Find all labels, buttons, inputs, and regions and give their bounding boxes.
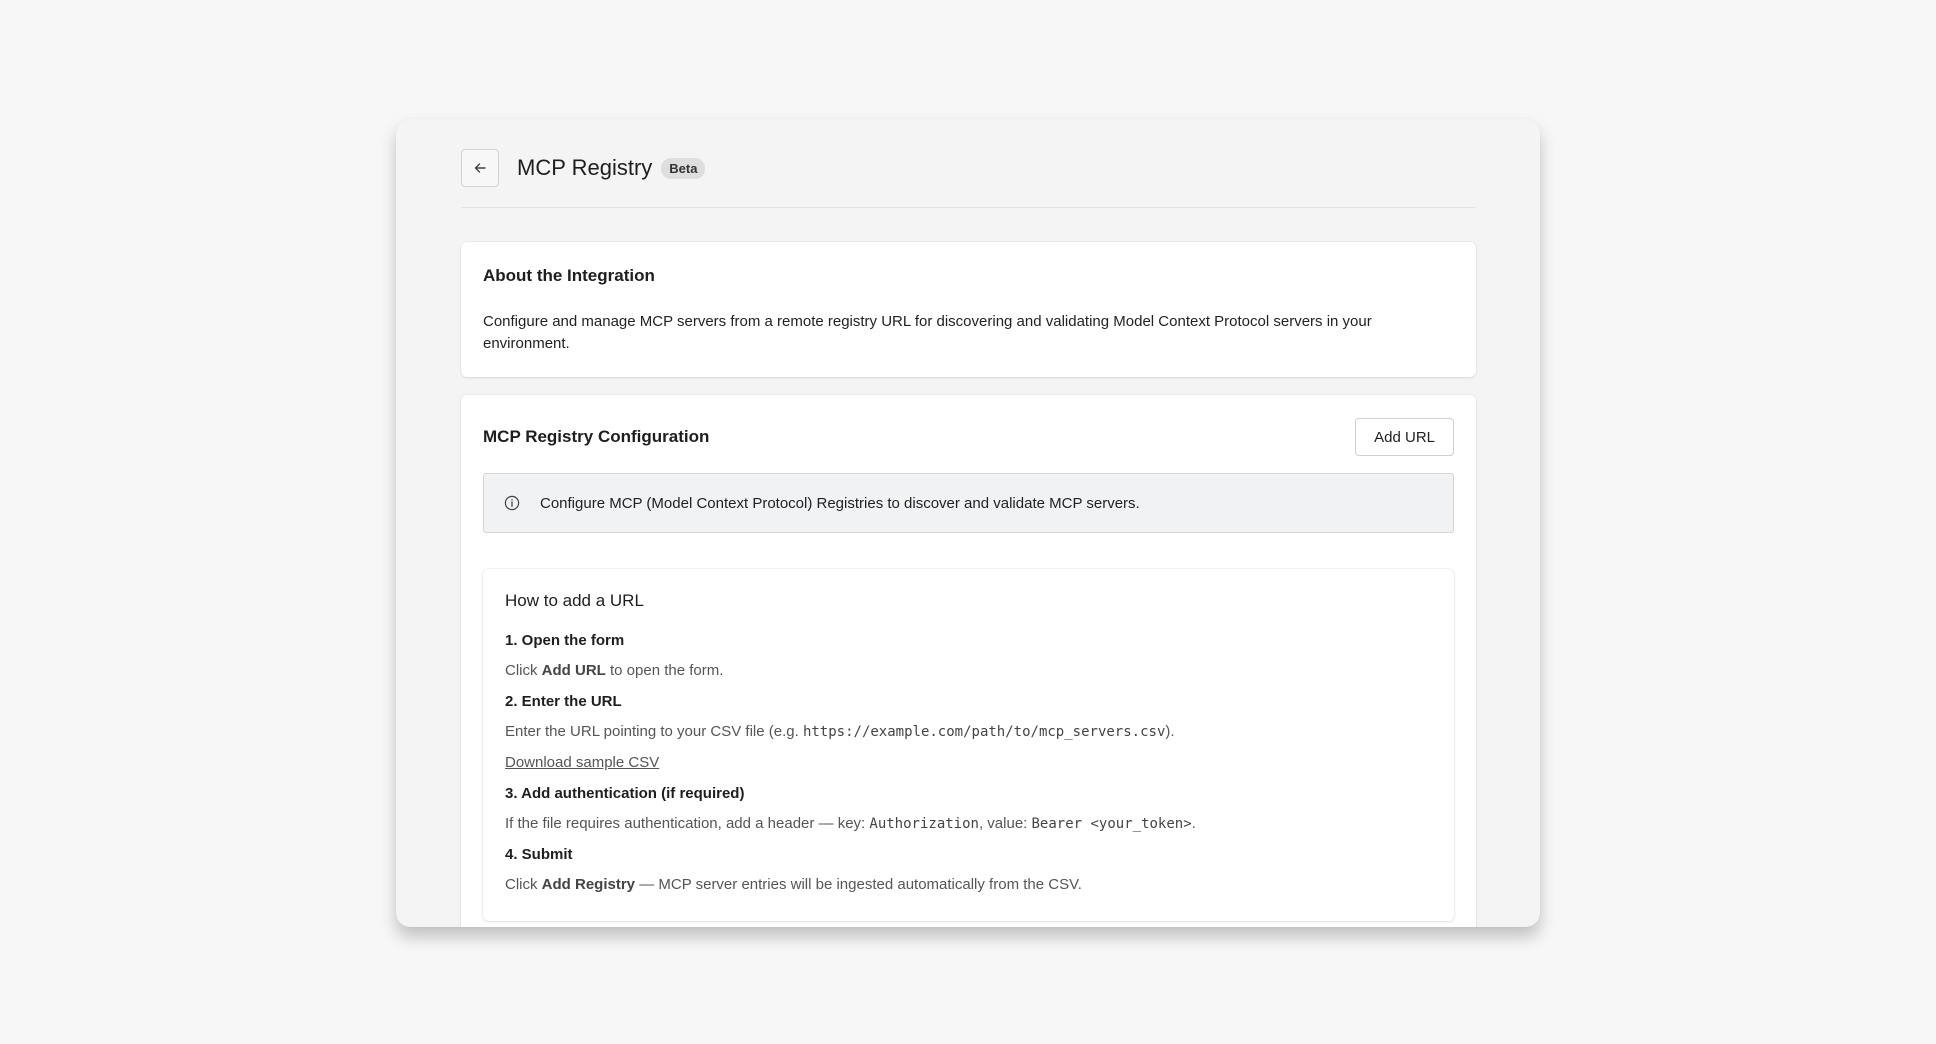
arrow-left-icon <box>474 163 486 173</box>
step-3-title: 3. Add authentication (if required) <box>505 785 745 802</box>
beta-badge: Beta <box>661 157 706 179</box>
page-content: MCP Registry Beta About the Integration … <box>461 119 1476 927</box>
auth-value-code: Bearer <your_token> <box>1031 816 1192 832</box>
config-title: MCP Registry Configuration <box>483 427 710 446</box>
app-window: MCP Registry Beta About the Integration … <box>396 119 1540 927</box>
page-header: MCP Registry Beta <box>461 131 1476 208</box>
step-2-title: 2. Enter the URL <box>505 693 622 710</box>
howto-card: How to add a URL 1. Open the form Click … <box>483 569 1454 921</box>
step-4-text-bold: Add Registry <box>541 876 636 893</box>
page-title: MCP Registry <box>517 155 653 180</box>
step-2-text-post: ). <box>1165 723 1175 740</box>
step-4-text: Click Add Registry — MCP server entries … <box>505 875 1432 895</box>
config-header: MCP Registry Configuration Add URL <box>483 417 1454 457</box>
step-3-text-mid: , value: <box>978 815 1032 832</box>
auth-key-code: Authorization <box>869 816 979 832</box>
about-title: About the Integration <box>483 266 655 285</box>
howto-title: How to add a URL <box>505 591 644 610</box>
step-1-title: 1. Open the form <box>505 632 625 649</box>
add-url-button[interactable]: Add URL <box>1355 418 1454 456</box>
info-text: Configure MCP (Model Context Protocol) R… <box>540 494 1140 512</box>
step-3-text-pre: If the file requires authentication, add… <box>505 815 870 832</box>
back-button[interactable] <box>461 149 499 187</box>
step-4-text-pre: Click <box>505 876 542 893</box>
info-banner: Configure MCP (Model Context Protocol) R… <box>483 473 1454 533</box>
step-4-title: 4. Submit <box>505 846 573 863</box>
step-1-text-bold: Add URL <box>541 662 606 679</box>
step-3-text-post: . <box>1191 815 1196 832</box>
about-card: About the Integration Configure and mana… <box>461 242 1476 377</box>
step-1-text: Click Add URL to open the form. <box>505 661 1432 681</box>
config-card: MCP Registry Configuration Add URL Confi… <box>461 395 1476 927</box>
step-2-text: Enter the URL pointing to your CSV file … <box>505 722 1432 742</box>
step-4-text-post: — MCP server entries will be ingested au… <box>635 876 1082 893</box>
info-circle-icon <box>504 495 520 511</box>
step-1-text-pre: Click <box>505 662 542 679</box>
about-description: Configure and manage MCP servers from a … <box>483 313 1372 352</box>
step-1-text-post: to open the form. <box>605 662 724 679</box>
step-3-text: If the file requires authentication, add… <box>505 814 1432 834</box>
step-2-text-pre: Enter the URL pointing to your CSV file … <box>505 723 803 740</box>
example-url-code: https://example.com/path/to/mcp_servers.… <box>802 724 1166 740</box>
download-sample-csv-link[interactable]: Download sample CSV <box>505 753 659 773</box>
